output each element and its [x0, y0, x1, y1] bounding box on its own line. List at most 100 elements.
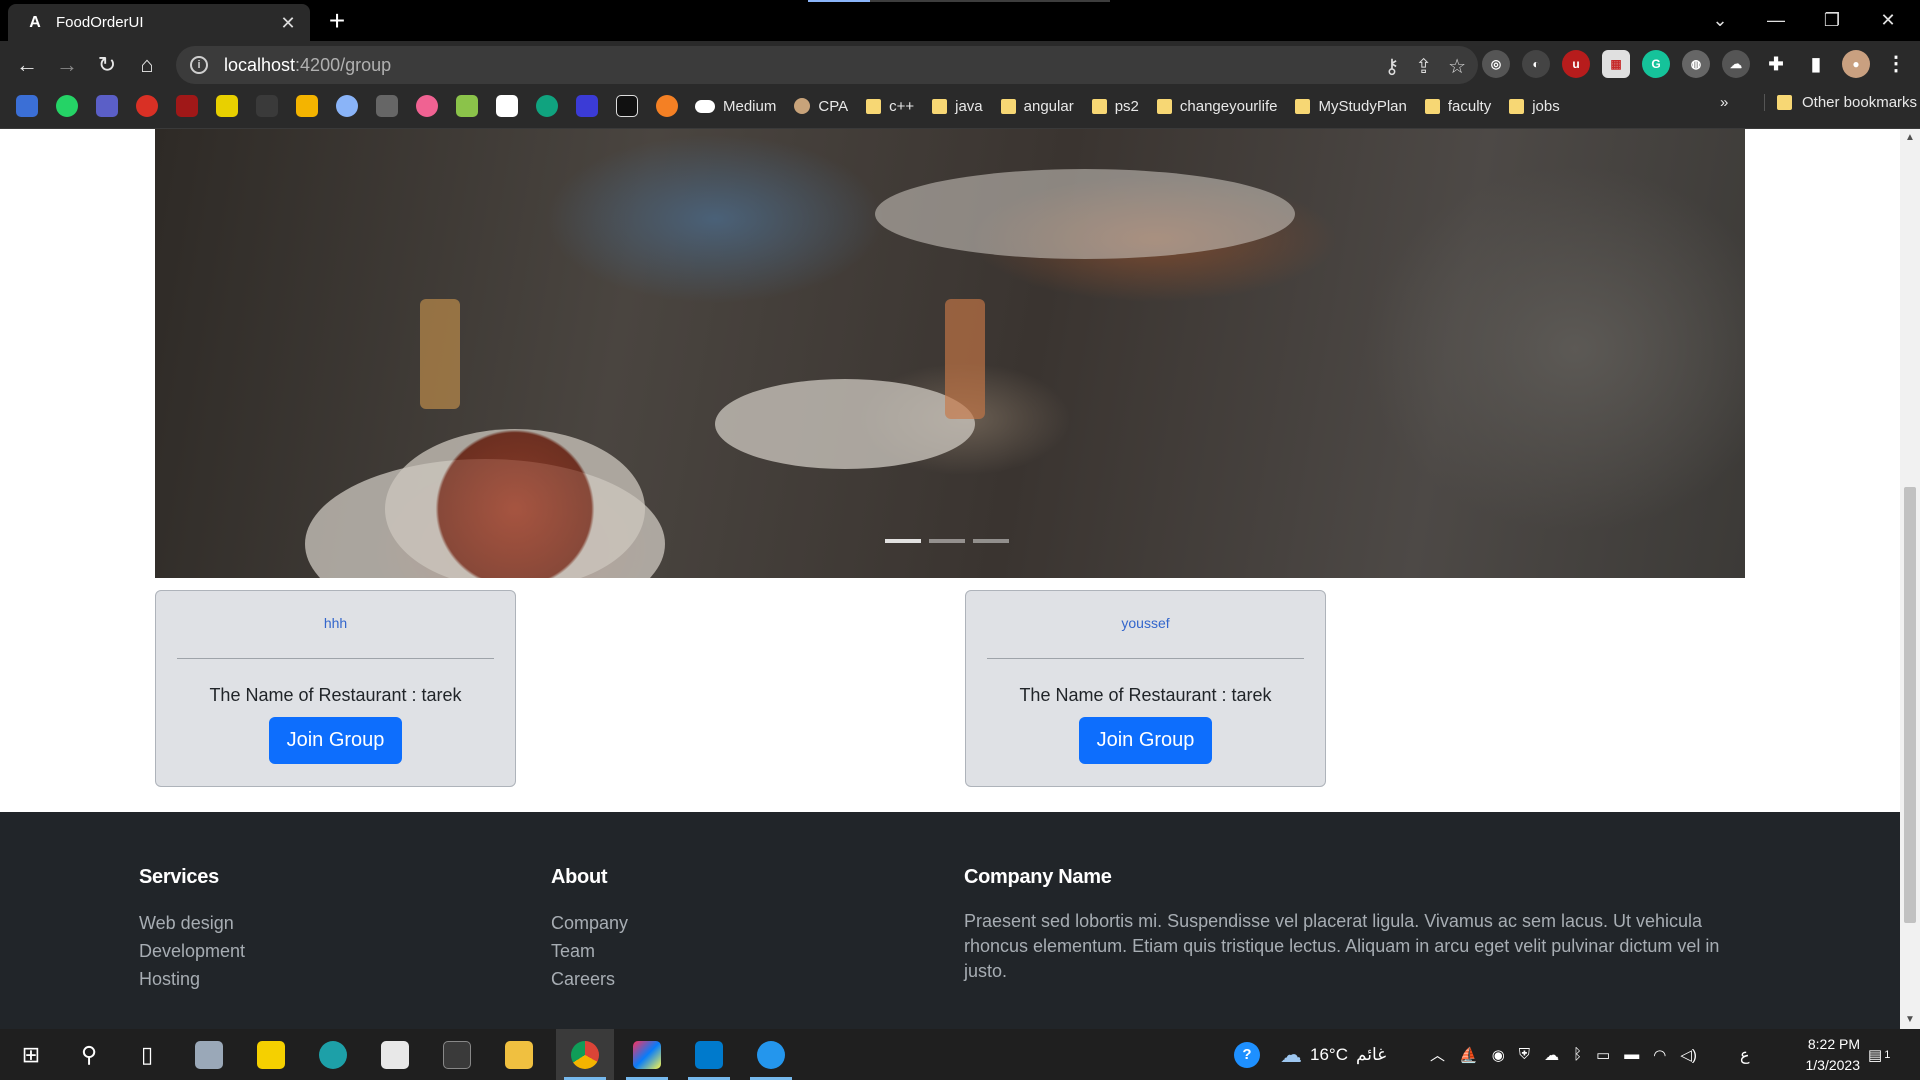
- help-icon[interactable]: ?: [1234, 1029, 1260, 1080]
- address-bar[interactable]: i localhost:4200/group ⚷ ⇪ ☆: [176, 46, 1478, 84]
- taskbar-app[interactable]: [180, 1029, 238, 1080]
- extension-icon[interactable]: ◐: [1522, 50, 1550, 78]
- footer-link-hosting[interactable]: Hosting: [139, 965, 245, 993]
- footer-link-careers[interactable]: Careers: [551, 965, 628, 993]
- home-icon[interactable]: ⌂: [130, 49, 164, 81]
- new-tab-button[interactable]: +: [322, 6, 352, 36]
- language-indicator[interactable]: ع: [1740, 1029, 1750, 1080]
- bookmark-folder-jobs[interactable]: jobs: [1509, 98, 1560, 115]
- taskbar-edge[interactable]: [304, 1029, 362, 1080]
- bookmark-cpa[interactable]: CPA: [794, 98, 848, 115]
- taskbar-file-explorer[interactable]: [490, 1029, 548, 1080]
- chatgpt-bookmark-icon[interactable]: [536, 95, 558, 117]
- menu-kebab-icon[interactable]: ⋮: [1882, 50, 1910, 78]
- amazon-bookmark-icon[interactable]: [496, 95, 518, 117]
- teams-bookmark-icon[interactable]: [96, 95, 118, 117]
- ublock-icon[interactable]: u: [1562, 50, 1590, 78]
- side-panel-icon[interactable]: ▮: [1802, 50, 1830, 78]
- stackoverflow-bookmark-icon[interactable]: [656, 95, 678, 117]
- carousel-indicator[interactable]: [885, 539, 921, 543]
- bookmark-star-icon[interactable]: ☆: [1448, 54, 1466, 79]
- bookmarks-overflow-button[interactable]: »: [1720, 94, 1728, 111]
- taskbar-intellij[interactable]: [618, 1029, 676, 1080]
- page-scrollbar[interactable]: ▲ ▼: [1900, 129, 1920, 1029]
- footer-link-web-design[interactable]: Web design: [139, 909, 245, 937]
- glass-shape: [945, 299, 985, 419]
- bookmark-icon[interactable]: [576, 95, 598, 117]
- bluetooth-icon[interactable]: ᛒ: [1573, 1046, 1582, 1063]
- wifi-icon[interactable]: ◠: [1653, 1046, 1666, 1064]
- site-info-icon[interactable]: i: [190, 56, 208, 74]
- taskbar-sticky-notes[interactable]: [242, 1029, 300, 1080]
- bookmark-folder-mystudyplan[interactable]: MyStudyPlan: [1295, 98, 1407, 115]
- reload-icon[interactable]: ↻: [90, 49, 124, 81]
- volume-icon[interactable]: ◁): [1680, 1046, 1697, 1064]
- scroll-up-arrow-icon[interactable]: ▲: [1900, 129, 1920, 147]
- search-icon[interactable]: ⚲: [60, 1029, 118, 1080]
- taskbar-chrome[interactable]: [556, 1029, 614, 1080]
- vpn-icon[interactable]: ◍: [1682, 50, 1710, 78]
- key-icon[interactable]: ⚷: [1385, 54, 1400, 79]
- minimize-button[interactable]: —: [1748, 0, 1804, 41]
- carousel-indicator[interactable]: [973, 539, 1009, 543]
- task-view-icon[interactable]: ▯: [118, 1029, 176, 1080]
- puzzle-extensions-icon[interactable]: ✚: [1762, 50, 1790, 78]
- clock[interactable]: 8:22 PM 1/3/2023: [1770, 1034, 1861, 1076]
- tray-app-icon[interactable]: ⛵: [1459, 1046, 1478, 1064]
- bookmark-icon[interactable]: [256, 95, 278, 117]
- jdeone-bookmark-icon[interactable]: [376, 95, 398, 117]
- extension-icon[interactable]: ◎: [1482, 50, 1510, 78]
- scroll-down-arrow-icon[interactable]: ▼: [1900, 1011, 1920, 1029]
- restore-button[interactable]: ❐: [1804, 0, 1860, 41]
- analytics-bookmark-icon[interactable]: [296, 95, 318, 117]
- bookmark-icon[interactable]: [176, 95, 198, 117]
- onedrive-icon[interactable]: ☁: [1544, 1046, 1559, 1064]
- translate-bookmark-icon[interactable]: [16, 95, 38, 117]
- bookmark-icon[interactable]: [336, 95, 358, 117]
- bookmark-icon[interactable]: [416, 95, 438, 117]
- security-icon[interactable]: ⛨: [1519, 1046, 1530, 1063]
- grammarly-icon[interactable]: G: [1642, 50, 1670, 78]
- bookmark-icon[interactable]: [456, 95, 478, 117]
- footer-link-company[interactable]: Company: [551, 909, 628, 937]
- bookmark-folder-cpp[interactable]: c++: [866, 98, 914, 115]
- bookmark-icon[interactable]: [216, 95, 238, 117]
- weather-widget[interactable]: ☁ 16°C غائم: [1280, 1029, 1386, 1080]
- footer-link-development[interactable]: Development: [139, 937, 245, 965]
- other-bookmarks[interactable]: Other bookmarks: [1764, 94, 1917, 111]
- notification-center[interactable]: ▤ 1: [1868, 1029, 1890, 1080]
- carousel-indicator[interactable]: [929, 539, 965, 543]
- profile-avatar[interactable]: ●: [1842, 50, 1870, 78]
- hackerrank-bookmark-icon[interactable]: [616, 95, 638, 117]
- whatsapp-bookmark-icon[interactable]: [56, 95, 78, 117]
- taskbar-vscode[interactable]: [680, 1029, 738, 1080]
- taskbar-store[interactable]: [366, 1029, 424, 1080]
- taskbar-docker[interactable]: [742, 1029, 800, 1080]
- scrollbar-thumb[interactable]: [1904, 487, 1916, 923]
- battery-icon[interactable]: ▬: [1624, 1046, 1639, 1063]
- bookmark-folder-changeyourlife[interactable]: changeyourlife: [1156, 98, 1277, 115]
- browser-tab[interactable]: A FoodOrderUI ✕: [8, 4, 310, 41]
- tab-close-icon[interactable]: ✕: [276, 11, 300, 35]
- meet-icon[interactable]: ▭: [1596, 1046, 1610, 1064]
- bookmark-folder-angular[interactable]: angular: [1000, 98, 1074, 115]
- bookmark-icon[interactable]: [136, 95, 158, 117]
- join-group-button[interactable]: Join Group: [269, 717, 402, 764]
- back-icon[interactable]: ←: [10, 49, 44, 81]
- bookmark-medium[interactable]: Medium: [695, 98, 776, 115]
- bookmark-folder-faculty[interactable]: faculty: [1424, 98, 1491, 115]
- share-icon[interactable]: ⇪: [1415, 54, 1432, 79]
- extension-icon[interactable]: ☁: [1722, 50, 1750, 78]
- bookmark-folder-java[interactable]: java: [932, 98, 983, 115]
- windows-start-icon[interactable]: ⊞: [2, 1029, 60, 1080]
- tab-search-icon[interactable]: ⌄: [1692, 0, 1748, 41]
- show-hidden-icons-icon[interactable]: ︿: [1430, 1044, 1445, 1065]
- close-window-button[interactable]: ✕: [1860, 0, 1916, 41]
- forward-icon[interactable]: →: [50, 49, 84, 81]
- taskbar-terminal[interactable]: [428, 1029, 486, 1080]
- bookmark-folder-ps2[interactable]: ps2: [1091, 98, 1139, 115]
- footer-link-team[interactable]: Team: [551, 937, 628, 965]
- tray-app-icon[interactable]: ◉: [1492, 1046, 1505, 1064]
- extension-icon[interactable]: ▦: [1602, 50, 1630, 78]
- join-group-button[interactable]: Join Group: [1079, 717, 1212, 764]
